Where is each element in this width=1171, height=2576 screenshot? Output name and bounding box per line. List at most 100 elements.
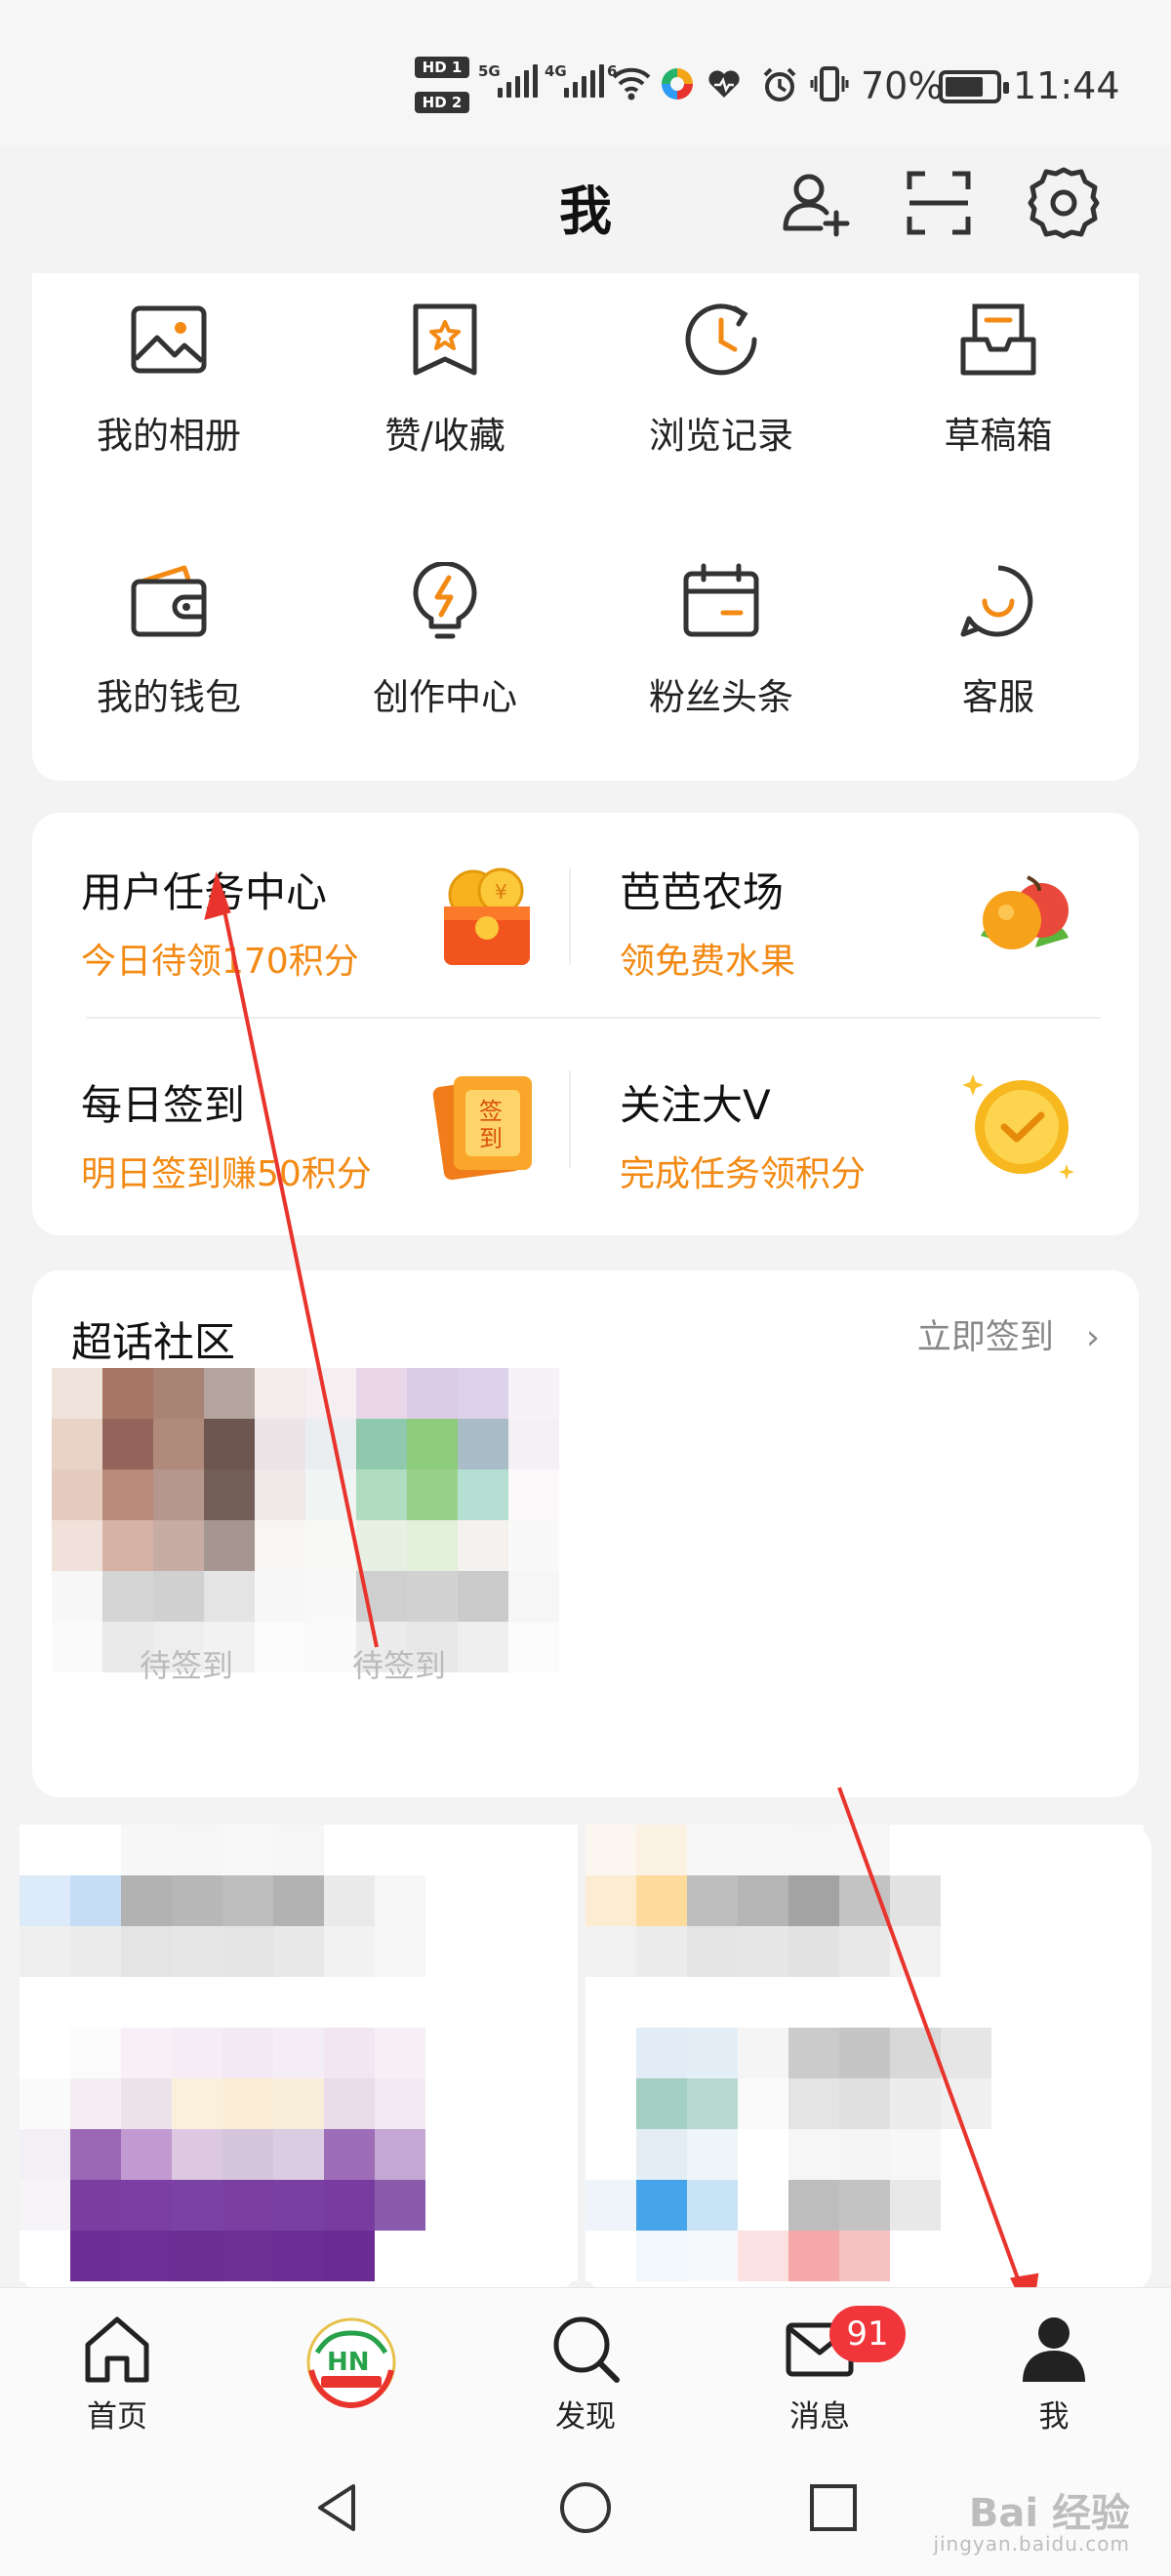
app-notification-icon xyxy=(662,68,693,100)
community-item[interactable]: 待签到 xyxy=(305,1368,559,1684)
svg-text:HN: HN xyxy=(327,2348,370,2377)
page-title: 我 xyxy=(559,181,612,242)
nav-label: 首页 xyxy=(87,2399,147,2435)
grid-item-fans-headline[interactable]: 粉丝头条 xyxy=(594,562,848,720)
bottom-nav: 首页 HN 发现 91 消息 我 xyxy=(0,2287,1171,2453)
svg-text:到: 到 xyxy=(479,1125,503,1152)
task-follow-v[interactable]: 关注大V 完成任务领积分 xyxy=(620,1072,866,1196)
history-icon xyxy=(685,303,757,376)
grid-item-creator[interactable]: 创作中心 xyxy=(318,562,572,720)
signal-2-icon xyxy=(564,64,604,98)
grid-label: 浏览记录 xyxy=(649,415,793,457)
battery-percent: 70% xyxy=(861,64,944,107)
task-baba-farm[interactable]: 芭芭农场 领免费水果 xyxy=(620,860,795,984)
nav-home[interactable]: 首页 xyxy=(39,2312,195,2435)
creator-bulb-icon xyxy=(413,562,477,639)
fruit-icon xyxy=(981,875,1069,949)
task-user-center[interactable]: 用户任务中心 今日待领170积分 xyxy=(81,860,359,984)
task-daily-sign-in[interactable]: 每日签到 明日签到赚50积分 xyxy=(81,1072,372,1196)
feed-card[interactable] xyxy=(586,1825,1151,2293)
photo-album-icon xyxy=(131,305,207,374)
settings-icon[interactable] xyxy=(1025,164,1103,242)
signal-1-icon xyxy=(498,64,538,98)
drafts-icon xyxy=(960,303,1036,376)
home-circle-icon[interactable] xyxy=(556,2478,615,2537)
grid-label: 粉丝头条 xyxy=(649,676,793,718)
svg-text:¥: ¥ xyxy=(495,880,507,904)
add-user-icon[interactable] xyxy=(776,164,854,242)
nav-messages[interactable]: 91 消息 xyxy=(742,2306,906,2435)
nav-label: 发现 xyxy=(555,2399,616,2435)
sim1-badge: HD 1 xyxy=(415,57,469,78)
back-icon[interactable] xyxy=(308,2478,367,2537)
scan-icon[interactable] xyxy=(900,164,978,242)
grid-item-history[interactable]: 浏览记录 xyxy=(594,301,848,459)
section-title: 超话社区 xyxy=(71,1318,236,1366)
community-item-label: 待签到 xyxy=(352,1647,447,1684)
grid-item-customer-service[interactable]: 客服 xyxy=(871,562,1125,720)
grid-item-drafts[interactable]: 草稿箱 xyxy=(871,301,1125,459)
vibrate-icon xyxy=(810,66,849,101)
sim2-badge: HD 2 xyxy=(415,92,469,113)
task-title: 芭芭农场 xyxy=(620,868,785,916)
alarm-icon xyxy=(763,67,796,101)
nav-discover[interactable]: 发现 xyxy=(507,2312,664,2435)
customer-service-icon xyxy=(960,565,1033,637)
home-icon xyxy=(85,2316,149,2383)
tasks-card: 用户任务中心 今日待领170积分 ¥ 芭芭农场 领免费水果 每日签到 明日签到赚… xyxy=(32,813,1139,1235)
grid-label: 我的相册 xyxy=(97,415,241,457)
status-bar: HD 1 HD 2 5G 4G 6 70% 11:44 xyxy=(0,0,1171,146)
task-subtitle: 今日待领170积分 xyxy=(81,942,359,982)
grid-label: 我的钱包 xyxy=(97,676,241,718)
nav-app-logo[interactable]: HN xyxy=(273,2312,429,2419)
calendar-icon xyxy=(683,563,759,637)
task-title: 关注大V xyxy=(620,1081,771,1129)
watermark: Bai 经验 jingyan.baidu.com xyxy=(933,2493,1130,2555)
grid-label: 草稿箱 xyxy=(944,415,1053,457)
app-logo-icon: HN xyxy=(306,2317,396,2409)
feed-card[interactable] xyxy=(20,1825,578,2293)
health-icon xyxy=(708,70,740,98)
gold-check-badge-icon xyxy=(963,1074,1074,1180)
search-icon xyxy=(553,2316,620,2383)
divider xyxy=(569,867,571,965)
message-count-badge: 91 xyxy=(829,2306,906,2362)
task-title: 每日签到 xyxy=(81,1081,246,1129)
svg-text:签: 签 xyxy=(479,1098,503,1125)
community-item-label: 待签到 xyxy=(140,1647,234,1684)
battery-icon xyxy=(939,70,1009,103)
favorite-icon xyxy=(413,303,477,376)
task-subtitle: 明日签到赚50积分 xyxy=(81,1154,372,1194)
community-item[interactable]: 待签到 xyxy=(52,1368,325,1684)
divider xyxy=(86,1017,1101,1019)
sign-in-card-icon: 签 到 xyxy=(432,1076,532,1181)
grid-item-wallet[interactable]: 我的钱包 xyxy=(42,562,296,720)
sim-indicators: HD 1 HD 2 xyxy=(415,57,469,127)
divider xyxy=(569,1070,571,1168)
wallet-icon xyxy=(131,565,207,637)
chevron-right-icon: › xyxy=(1086,1318,1100,1357)
sign-in-now-label: 立即签到 xyxy=(916,1318,1054,1357)
sign-in-now-link[interactable]: 立即签到 › xyxy=(917,1309,1100,1359)
nav-label: 消息 xyxy=(789,2399,850,2435)
grid-label: 创作中心 xyxy=(373,676,517,718)
quick-access-card: 我的相册 赞/收藏 浏览记录 草稿箱 我的钱包 创作中心 粉丝头条 客服 xyxy=(32,273,1139,781)
watermark-brand: Bai 经验 xyxy=(968,2491,1130,2536)
grid-label: 赞/收藏 xyxy=(384,415,505,457)
task-title: 用户任务中心 xyxy=(81,868,328,916)
blurred-feed-area xyxy=(20,1825,1151,2293)
task-subtitle: 完成任务领积分 xyxy=(620,1154,867,1194)
nav-profile[interactable]: 我 xyxy=(976,2312,1132,2435)
super-topic-card: 超话社区 立即签到 › 待签到 待签到 xyxy=(32,1270,1139,1797)
system-nav-bar: Bai 经验 jingyan.baidu.com xyxy=(0,2453,1171,2576)
recent-apps-icon[interactable] xyxy=(804,2478,863,2537)
grid-label: 客服 xyxy=(962,676,1034,718)
watermark-url: jingyan.baidu.com xyxy=(933,2532,1130,2556)
nav-label: 我 xyxy=(1038,2399,1070,2435)
grid-item-album[interactable]: 我的相册 xyxy=(42,301,296,459)
clock: 11:44 xyxy=(1013,64,1120,107)
profile-icon xyxy=(1023,2317,1085,2382)
wifi-icon xyxy=(612,67,651,101)
grid-item-favorites[interactable]: 赞/收藏 xyxy=(318,301,572,459)
task-subtitle: 领免费水果 xyxy=(620,942,796,982)
